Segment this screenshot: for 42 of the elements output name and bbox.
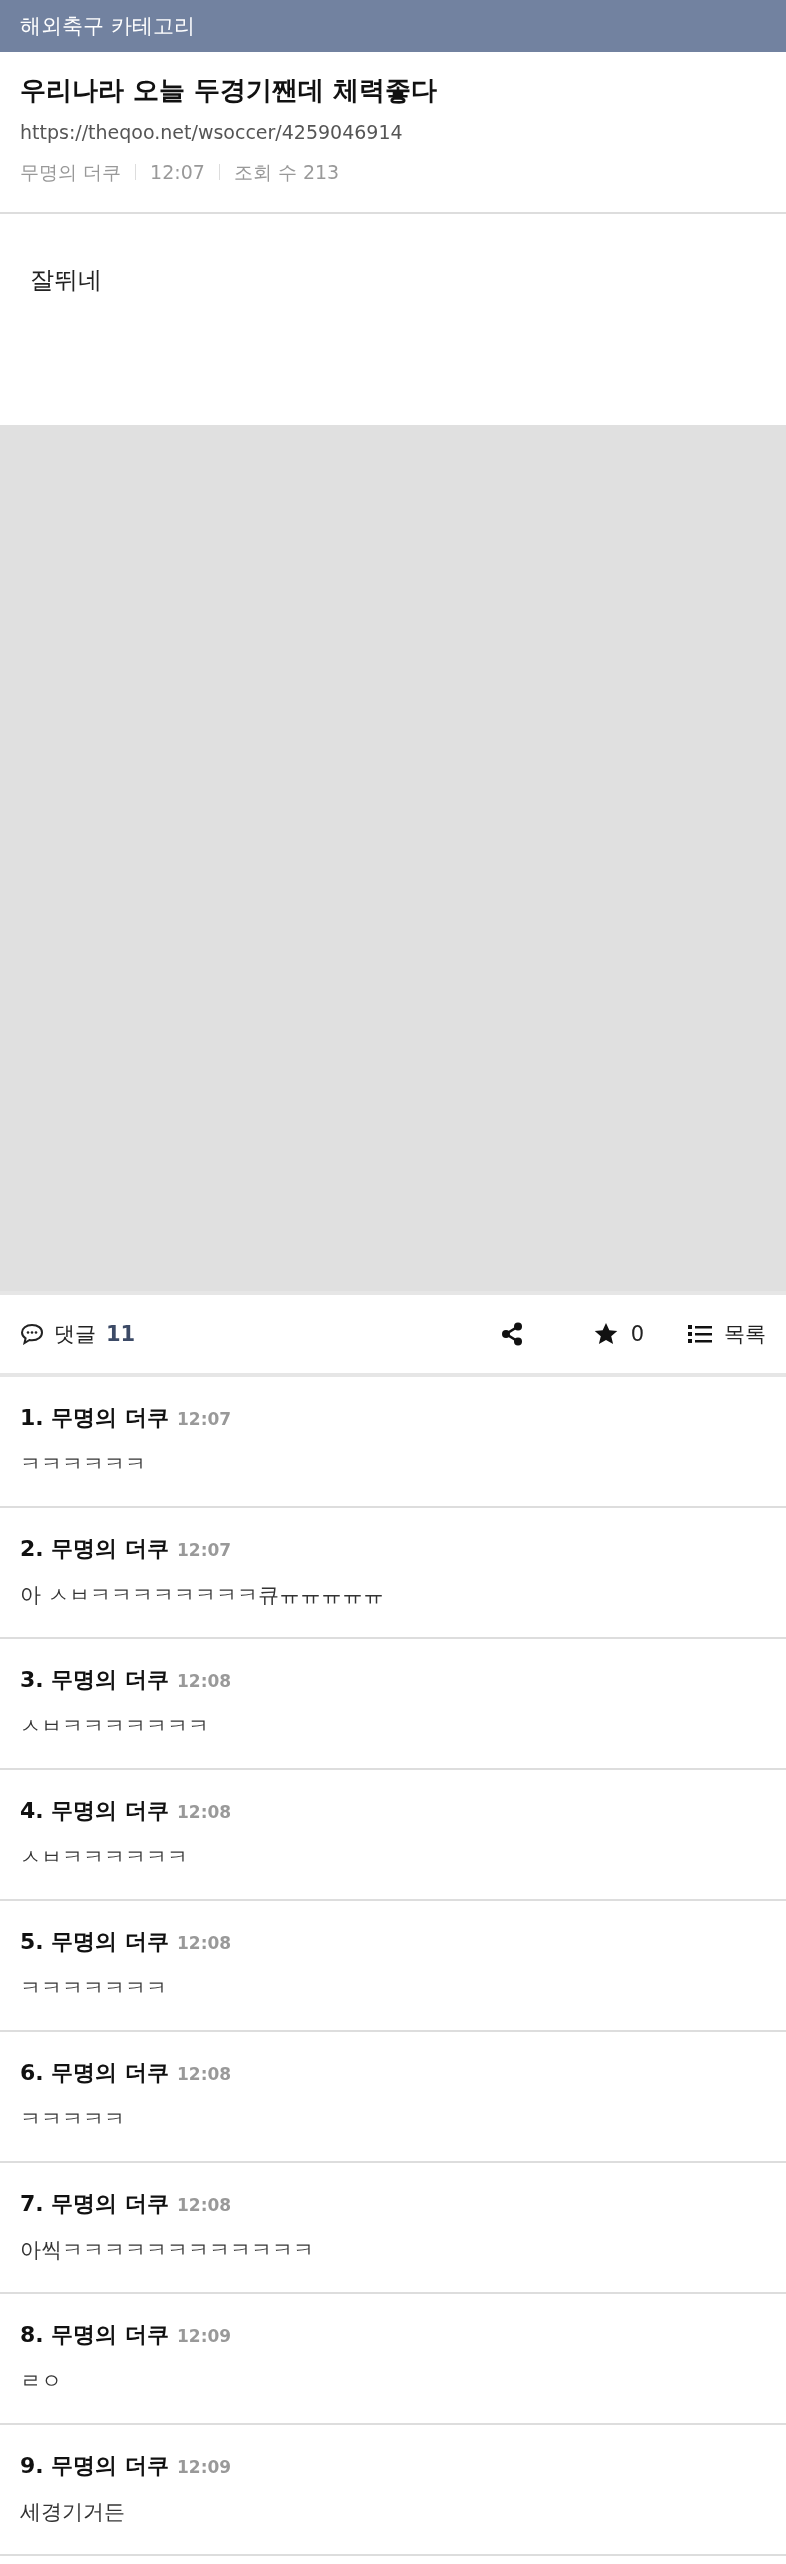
comment-author: 6. 무명의 더쿠: [20, 2059, 169, 2087]
comment-time: 12:09: [177, 2325, 232, 2348]
comment-author: 9. 무명의 더쿠: [20, 2452, 169, 2480]
comment-author: 1. 무명의 더쿠: [20, 1404, 169, 1432]
post-author: 무명의 더쿠: [20, 160, 122, 185]
speech-bubble-icon: [20, 1323, 44, 1345]
post-title: 우리나라 오늘 두경기짼데 체력좋다: [20, 74, 439, 107]
comment-text: 아씩ㅋㅋㅋㅋㅋㅋㅋㅋㅋㅋㅋㅋ: [20, 2237, 315, 2264]
comment-author: 5. 무명의 더쿠: [20, 1928, 169, 1956]
comment-time: 12:08: [177, 1932, 232, 1955]
list-icon: [688, 1324, 712, 1344]
comment-text: ㅅㅂㅋㅋㅋㅋㅋㅋㅋ: [20, 1713, 210, 1740]
comment-time: 12:08: [177, 2063, 232, 2086]
comment-time: 12:07: [177, 1539, 232, 1562]
comment-text: ㅅㅂㅋㅋㅋㅋㅋㅋ: [20, 1844, 189, 1871]
comment-text: ㅋㅋㅋㅋㅋ: [20, 2106, 126, 2133]
comment-time: 12:09: [177, 2456, 232, 2479]
comment-time: 12:08: [177, 1670, 232, 1693]
comment-text: 아 ㅅㅂㅋㅋㅋㅋㅋㅋㅋㅋ큐ㅠㅠㅠㅠㅠ: [20, 1582, 385, 1609]
comment-text: 세경기거든: [20, 2499, 126, 2526]
comment-author: 7. 무명의 더쿠: [20, 2190, 169, 2218]
view-count: 조회 수 213: [233, 160, 340, 185]
comment-time: 12:07: [177, 1408, 232, 1431]
list-button[interactable]: 목록: [688, 1320, 766, 1348]
comment-author: 4. 무명의 더쿠: [20, 1797, 169, 1825]
post-time: 12:07: [150, 160, 205, 185]
comment-author: 8. 무명의 더쿠: [20, 2321, 169, 2349]
comment-time: 12:08: [177, 2194, 232, 2217]
category-title[interactable]: 해외축구 카테고리: [20, 12, 195, 40]
comment-text: ㅋㅋㅋㅋㅋㅋㅋ: [20, 1975, 168, 2002]
favorite-button[interactable]: 0: [592, 1322, 644, 1346]
comment-author: 2. 무명의 더쿠: [20, 1535, 169, 1563]
comment-time: 12:08: [177, 1801, 232, 1824]
post-body: 잘뛰네: [30, 265, 103, 296]
comments-label: 댓글: [54, 1321, 96, 1348]
comment-text: ㄹㅇ: [20, 2368, 63, 2395]
share-button[interactable]: [500, 1322, 523, 1346]
star-icon: [592, 1322, 619, 1346]
post-url[interactable]: https://theqoo.net/wsoccer/4259046914: [20, 112, 766, 152]
comments-count: 11: [106, 1322, 136, 1346]
comment-author: 3. 무명의 더쿠: [20, 1666, 169, 1694]
comment-text: ㅋㅋㅋㅋㅋㅋ: [20, 1451, 147, 1478]
